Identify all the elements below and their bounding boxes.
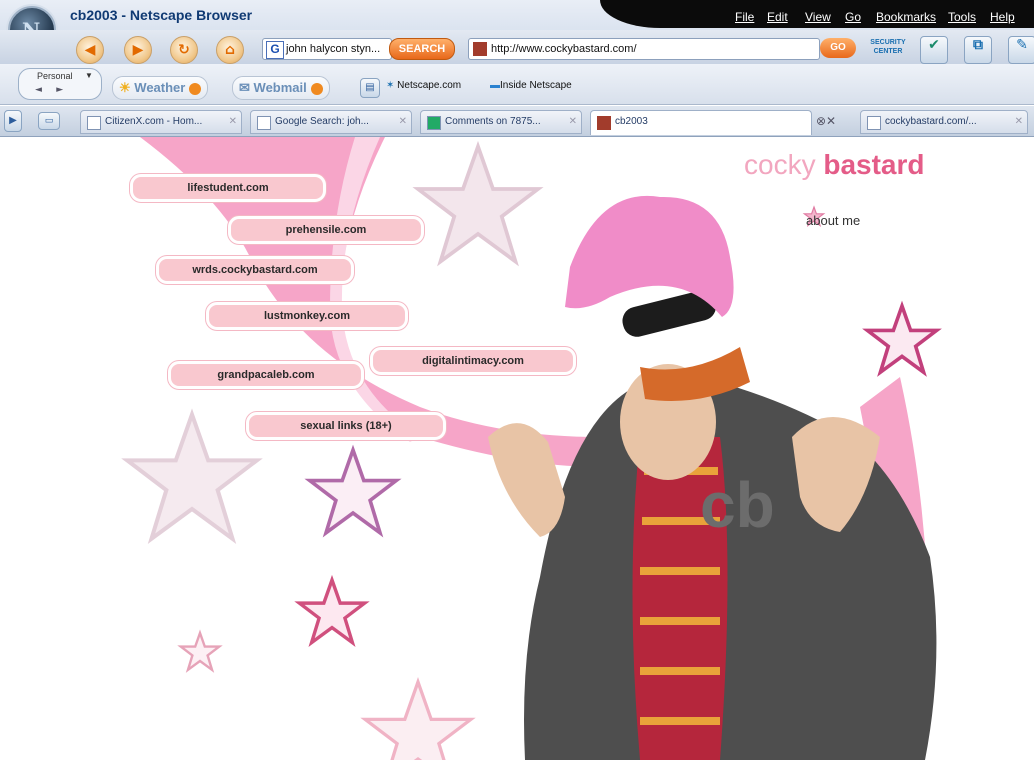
star-badge-purple bbox=[307, 448, 399, 535]
star-badge-right bbox=[865, 304, 939, 375]
blog-tab-icon bbox=[427, 116, 441, 130]
menu-help[interactable]: Help bbox=[990, 10, 1015, 24]
menu-view[interactable]: View bbox=[805, 10, 831, 24]
menu-go[interactable]: Go bbox=[845, 10, 861, 24]
link-grandpacaleb[interactable]: grandpacaleb.com bbox=[168, 361, 364, 389]
mail-icon: ✉ bbox=[239, 80, 250, 95]
webmail-status-icon bbox=[310, 82, 323, 95]
google-icon: G bbox=[266, 41, 284, 59]
bookmark-inside-netscape[interactable]: ▬Inside Netscape bbox=[490, 80, 572, 91]
home-icon[interactable]: ⌂ bbox=[216, 36, 244, 64]
close-tab-icon[interactable]: ⊗✕ bbox=[816, 114, 836, 128]
link-wrds[interactable]: wrds.cockybastard.com bbox=[156, 256, 354, 284]
chevron-down-icon: ▼ bbox=[85, 71, 93, 80]
menu-tools[interactable]: Tools bbox=[948, 10, 976, 24]
tab-comments[interactable]: Comments on 7875... ✕ bbox=[420, 110, 582, 134]
tab-scroll-left-icon[interactable]: ▶ bbox=[4, 110, 22, 132]
link-digitalintimacy[interactable]: digitalintimacy.com bbox=[370, 347, 576, 375]
star-decoration-left bbox=[127, 415, 257, 539]
link-lustmonkey[interactable]: lustmonkey.com bbox=[206, 302, 408, 330]
menu-file[interactable]: File bbox=[735, 10, 754, 24]
tab-cb2003[interactable]: cb2003 bbox=[590, 110, 812, 135]
menu-bookmarks[interactable]: Bookmarks bbox=[876, 10, 936, 24]
close-icon[interactable]: ✕ bbox=[569, 111, 577, 133]
star-decoration-small bbox=[179, 631, 221, 671]
page-icon bbox=[867, 116, 881, 130]
search-input[interactable]: Gjohn halycon styn... bbox=[262, 38, 392, 60]
security-center-button[interactable]: SECURITY CENTER bbox=[862, 38, 914, 60]
forward-arrow-icon[interactable]: ▶ bbox=[124, 36, 152, 64]
tab-list-icon[interactable]: ▭ bbox=[38, 112, 60, 130]
site-title: cocky bastard bbox=[744, 149, 925, 180]
weather-button[interactable]: ☀ Weather bbox=[112, 76, 209, 100]
sidebar-toggle-icon[interactable]: ▤ bbox=[360, 78, 380, 98]
shield-check-icon[interactable]: ✔ bbox=[920, 36, 948, 64]
star-decoration-large bbox=[416, 144, 540, 264]
menu-edit[interactable]: Edit bbox=[767, 10, 788, 24]
folder-icon: ▬ bbox=[490, 80, 500, 91]
page-background-graphics: cb bbox=[0, 137, 939, 760]
prev-next-arrows-icon: ◄ ► bbox=[35, 85, 64, 95]
back-arrow-icon[interactable]: ◀ bbox=[76, 36, 104, 64]
star-badge-pink bbox=[297, 578, 367, 645]
edit-pencil-icon[interactable]: ✎ bbox=[1008, 36, 1034, 64]
link-lifestudent[interactable]: lifestudent.com bbox=[130, 174, 326, 202]
page-icon bbox=[87, 116, 101, 130]
star-decoration-bottom bbox=[363, 680, 473, 760]
close-icon[interactable]: ✕ bbox=[229, 111, 237, 133]
about-me-link[interactable]: about me bbox=[806, 213, 860, 228]
tab-google-search[interactable]: Google Search: joh... ✕ bbox=[250, 110, 412, 134]
tab-citizenx[interactable]: CitizenX.com - Hom... ✕ bbox=[80, 110, 242, 134]
cb-shirt-logo: cb bbox=[700, 469, 775, 541]
link-sexual-links[interactable]: sexual links (18+) bbox=[246, 412, 446, 440]
tab-cockybastard[interactable]: cockybastard.com/... ✕ bbox=[860, 110, 1028, 134]
weather-status-icon bbox=[189, 82, 202, 95]
url-input[interactable]: http://www.cockybastard.com/ bbox=[468, 38, 820, 60]
close-icon[interactable]: ✕ bbox=[1015, 111, 1023, 133]
web-page: cb lifestudent.com prehensile.com wrds.c… bbox=[0, 137, 1034, 760]
netscape-bookmark-icon: ✶ bbox=[386, 80, 395, 91]
link-prehensile[interactable]: prehensile.com bbox=[228, 216, 424, 244]
google-tab-icon bbox=[257, 116, 271, 130]
site-favicon-icon bbox=[473, 42, 487, 56]
search-button[interactable]: SEARCH bbox=[389, 38, 455, 60]
webmail-button[interactable]: ✉ Webmail bbox=[232, 76, 330, 100]
sun-icon: ☀ bbox=[119, 80, 131, 95]
close-icon[interactable]: ✕ bbox=[399, 111, 407, 133]
personal-dropdown[interactable]: Personal ▼ ◄ ► bbox=[18, 68, 102, 100]
window-title: cb2003 - Netscape Browser bbox=[70, 7, 253, 23]
go-button[interactable]: GO bbox=[820, 38, 856, 58]
windows-icon[interactable]: ⧉ bbox=[964, 36, 992, 64]
reload-icon[interactable]: ↻ bbox=[170, 36, 198, 64]
bookmark-netscape[interactable]: ✶ Netscape.com bbox=[386, 80, 461, 91]
portrait-photo: cb bbox=[488, 195, 937, 760]
site-favicon-icon bbox=[597, 116, 611, 130]
